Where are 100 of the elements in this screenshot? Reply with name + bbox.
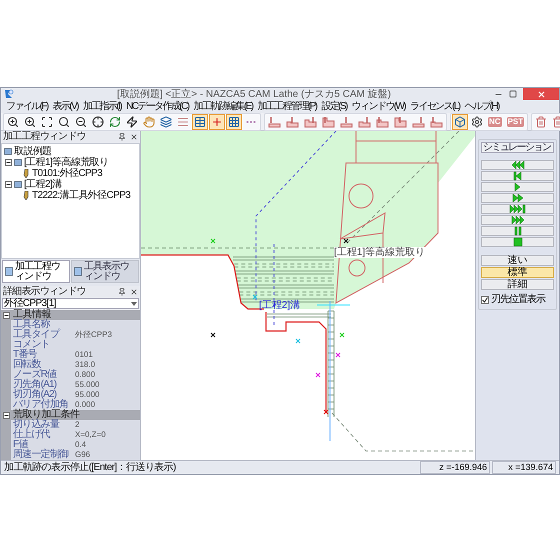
stop-icon [514, 238, 522, 246]
simulation-button[interactable] [481, 237, 554, 247]
menu-item[interactable]: NCデータ作成(C) [126, 101, 188, 112]
property-name: T番号 [12, 350, 37, 360]
property-value: G96 [75, 450, 90, 460]
property-value: 0101 [75, 350, 93, 360]
property-value: 0.4 [75, 440, 86, 450]
zoom-fit-icon [41, 116, 53, 128]
simulation-button[interactable] [481, 171, 554, 181]
tool-icon [22, 169, 30, 178]
tree-item[interactable]: T0101:外径CPP3 [32, 168, 102, 179]
pane-title: 加工工程ウィンドウ [3, 131, 86, 143]
close-icon[interactable] [130, 288, 138, 296]
zoom-out-icon [75, 116, 87, 128]
panel-tab[interactable]: 加工工程ウィンドウ [2, 260, 70, 283]
toolbar-button[interactable] [124, 114, 140, 130]
skip-to-end-icon [510, 205, 525, 213]
property-value: 55.000 [75, 380, 100, 390]
machining-icon [286, 116, 299, 128]
zoom-in-icon [24, 116, 36, 128]
settings-icon [471, 116, 483, 128]
rewind-icon [512, 161, 524, 169]
menu-item[interactable]: ライセンス(L) [410, 101, 460, 112]
crosshair-icon [92, 116, 104, 128]
simulation-button[interactable] [481, 160, 554, 170]
property-name: バリア付加角 [12, 400, 68, 410]
status-message: 加工軌跡の表示停止([Enter]：行送り表示) [4, 462, 176, 473]
menu-item[interactable]: ヘルプ(H) [464, 101, 499, 112]
property-name: 刃先角(A1) [12, 380, 58, 390]
property-value: X=0,Z=0 [75, 430, 106, 440]
machining-icon [268, 116, 281, 128]
machining-icon [304, 116, 317, 128]
step-back-icon [514, 172, 521, 180]
speed-button[interactable]: 詳細 [481, 279, 554, 290]
fast-forward-icon [512, 194, 522, 202]
collapse-icon[interactable] [3, 412, 10, 418]
section-title: 荒取り加工条件 [13, 410, 80, 420]
check-icon [482, 297, 488, 303]
pin-icon[interactable] [118, 133, 126, 141]
collapse-icon[interactable] [5, 181, 12, 188]
simulation-button[interactable] [481, 182, 554, 192]
tool-icon [22, 191, 30, 200]
toolbar-button[interactable] [469, 114, 485, 130]
close-icon[interactable] [130, 133, 138, 141]
maximize-icon[interactable] [509, 90, 517, 98]
property-name: 周速一定制御 [12, 450, 70, 460]
property-name: 回転数 [12, 360, 41, 370]
tree-item[interactable]: [工程2]溝 [24, 179, 62, 190]
layers-icon [160, 116, 172, 128]
property-value: 外径CPP3 [75, 330, 112, 340]
close-button[interactable] [523, 88, 559, 100]
menu-item[interactable]: 加工指示(I) [82, 101, 122, 112]
menu-item[interactable]: 加工工程管理(P) [257, 101, 316, 112]
speed-button[interactable]: 標準 [481, 267, 554, 278]
property-value: 318.0 [75, 360, 96, 370]
simulation-button[interactable] [481, 204, 554, 214]
tree-item[interactable]: [工程1]等高線荒取り [24, 157, 109, 168]
checkbox[interactable] [481, 296, 489, 304]
property-name: 工具名称 [12, 320, 50, 330]
checkbox-label: 刃先位置表示 [491, 295, 545, 305]
property-value: 0.800 [75, 370, 96, 380]
simulation-button[interactable] [481, 215, 554, 225]
machining-icon [358, 116, 371, 128]
toolbar-button[interactable] [90, 114, 106, 130]
app-logo-icon [4, 89, 14, 99]
tree-item[interactable]: T2222:溝工具外径CPP3 [32, 190, 130, 201]
forward-icon [512, 216, 524, 224]
pin-icon[interactable] [118, 288, 126, 296]
menu-item[interactable]: 加工軌跡編集(E) [194, 101, 252, 112]
menu-item[interactable]: 設定(S) [321, 101, 347, 112]
close-icon [536, 90, 546, 98]
menu-item[interactable]: 表示(V) [52, 101, 78, 112]
cam-canvas[interactable]: [工程1]等高線荒取り [工程2]溝 [141, 131, 475, 460]
tool-icon [74, 267, 82, 276]
speed-button[interactable]: 速い [481, 255, 554, 266]
plus-icon [211, 116, 223, 128]
menu-item[interactable]: ウィンドウ(W) [352, 101, 406, 112]
property-name: 工具タイプ [12, 330, 61, 340]
workpiece-icon [454, 116, 466, 128]
machining-icon [412, 116, 425, 128]
process-icon [5, 267, 13, 276]
tree-item[interactable]: 取説例題 [14, 146, 52, 157]
menu-item[interactable]: ファイル(F) [6, 101, 48, 112]
property-name: ノーズR値 [12, 370, 58, 380]
property-name: 切刃角(A2) [12, 390, 56, 400]
property-value: 0.000 [75, 400, 96, 409]
panel-tab[interactable]: 工具表示ウィンドウ [71, 260, 139, 283]
simulation-button[interactable] [481, 226, 554, 236]
property-name: 切り込み量 [12, 420, 60, 430]
refresh-icon [109, 116, 121, 128]
simulation-button[interactable] [481, 193, 554, 203]
property-name: F値 [12, 440, 28, 450]
collapse-icon[interactable] [3, 312, 10, 318]
collapse-icon[interactable] [5, 159, 12, 166]
property-name: 仕上げ代 [12, 430, 52, 440]
section-title: 工具情報 [13, 310, 51, 320]
window-title: [取説例題] <正立> - NAZCA5 CAM Lathe (ナスカ5 CAM 旋盤) [117, 88, 391, 100]
machining-icon [340, 116, 353, 128]
property-value: 2 [75, 420, 80, 430]
grid-icon [228, 116, 240, 128]
